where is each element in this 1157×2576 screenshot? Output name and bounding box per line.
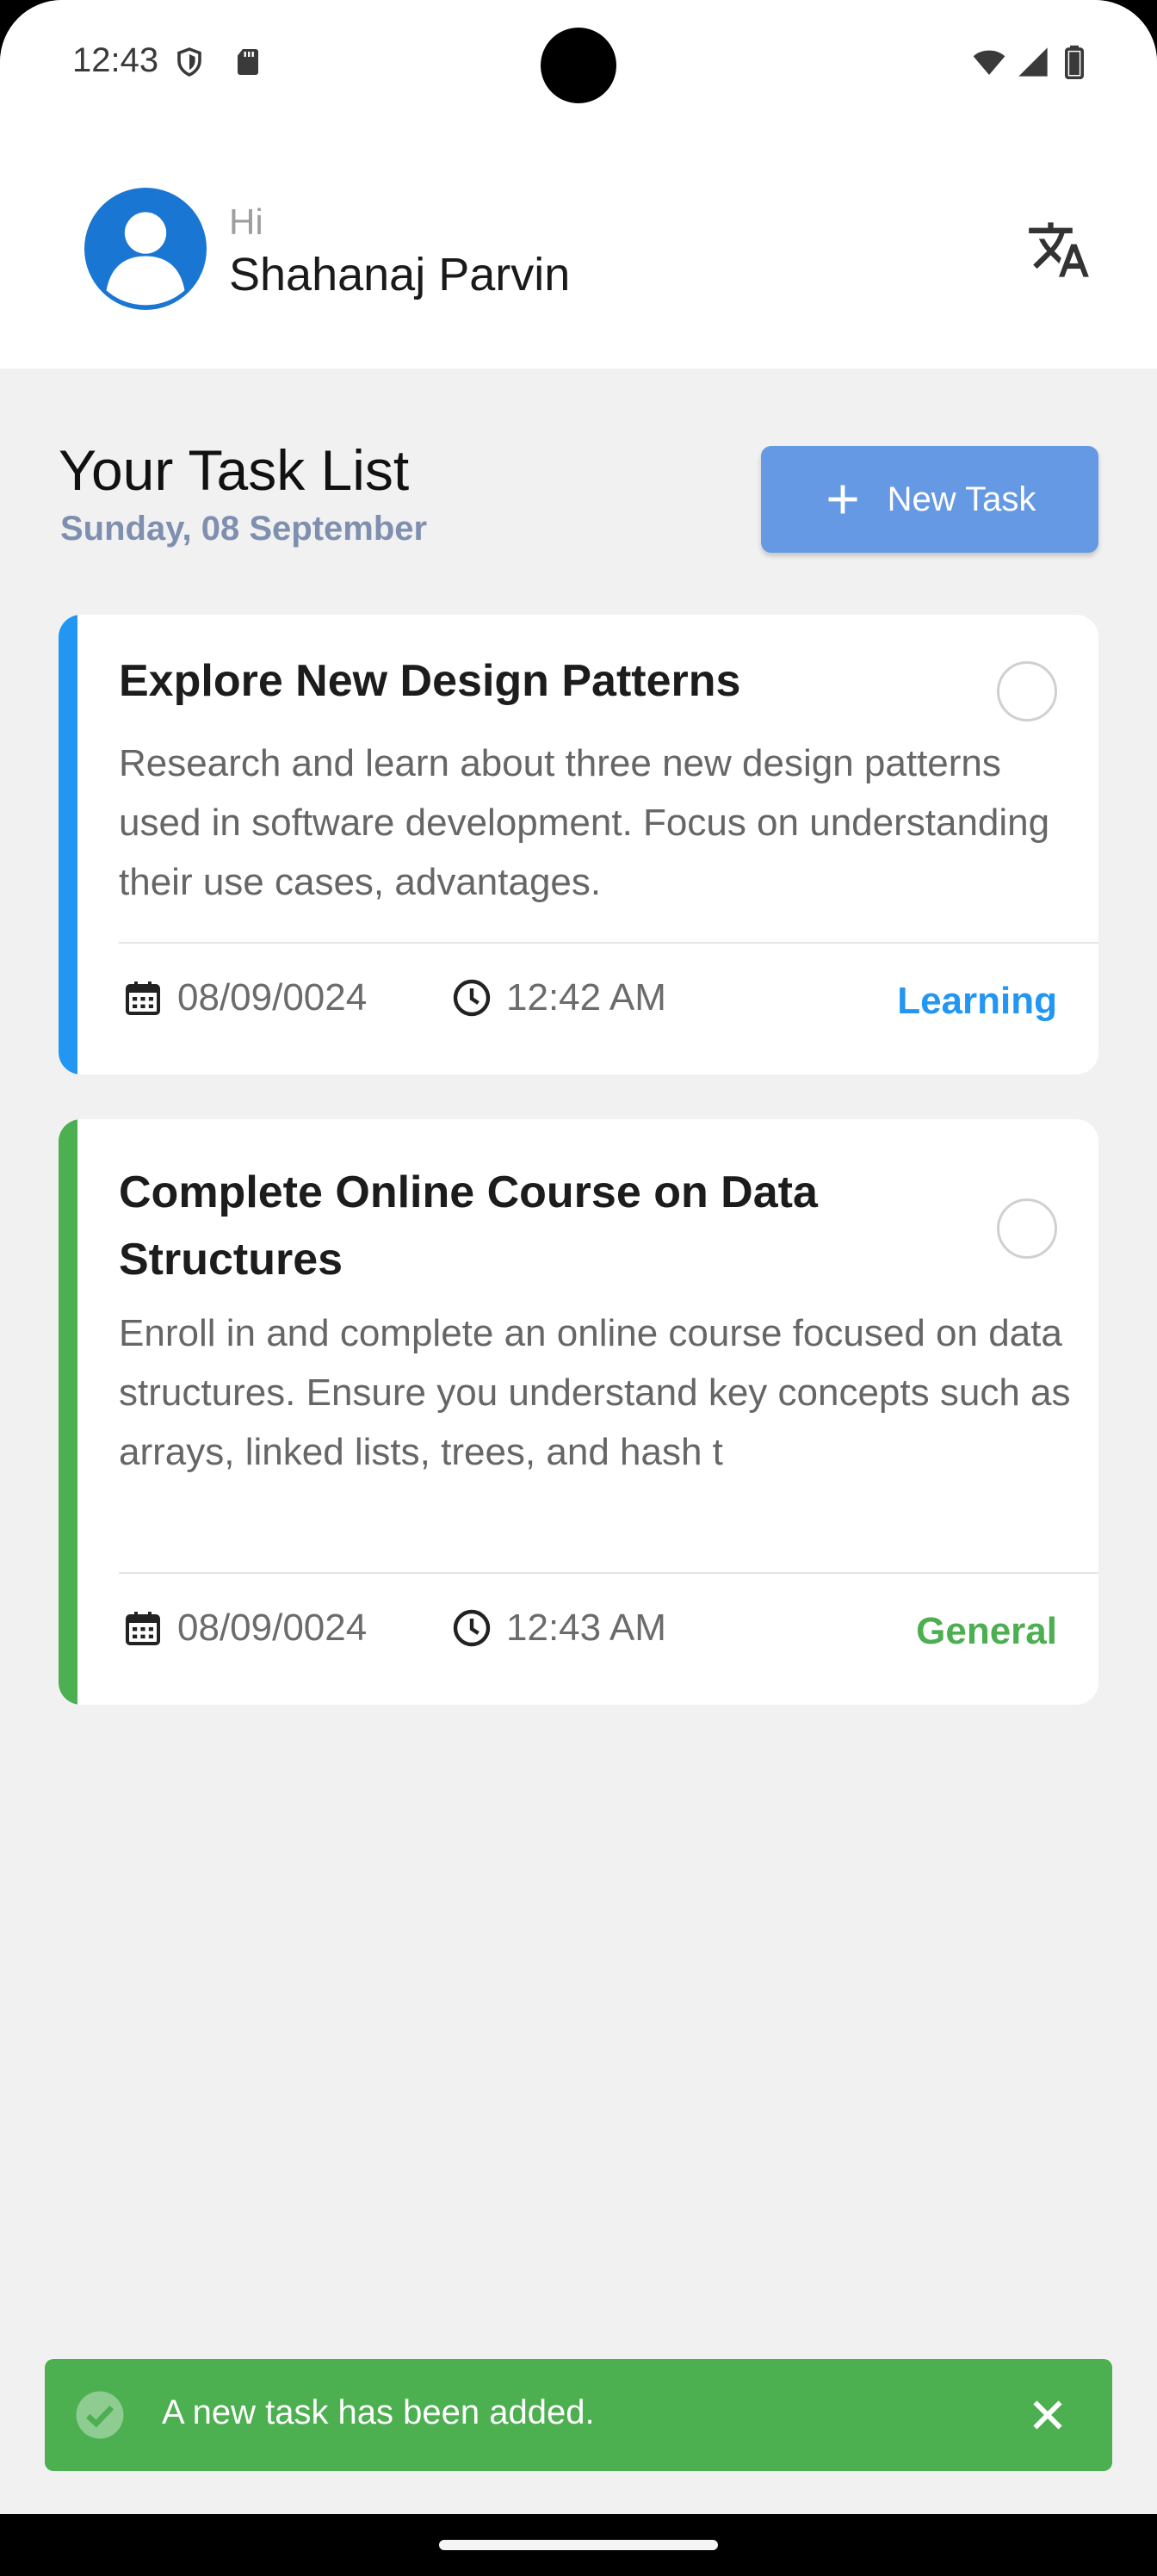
app-screen: 12:43 Hi Shahanaj Parvin Your Task List … (0, 0, 1157, 2514)
page-title: Your Task List (59, 438, 410, 502)
shield-icon (174, 45, 205, 79)
sd-card-icon (232, 45, 263, 79)
card-divider (119, 1572, 1098, 1574)
task-title: Complete Online Course on Data Structure… (119, 1167, 818, 1285)
calendar-icon (126, 981, 160, 1015)
calendar-icon (126, 1612, 160, 1645)
task-date: 08/09/0024 (122, 976, 367, 1019)
task-description: Enroll in and complete an online course … (119, 1312, 1071, 1473)
task-card[interactable]: Complete Online Course on Data Structure… (59, 1119, 1098, 1705)
plus-icon (828, 485, 857, 514)
front-camera (541, 28, 616, 103)
task-card[interactable]: Explore New Design Patterns Research and… (59, 615, 1098, 1074)
person-icon[interactable] (84, 188, 207, 310)
task-date-text: 08/09/0024 (177, 1607, 368, 1649)
task-time-text: 12:42 AM (506, 976, 666, 1019)
task-time: 12:42 AM (451, 976, 666, 1019)
snackbar-message: A new task has been added. (162, 2393, 595, 2431)
task-accent-stripe (59, 1119, 77, 1705)
page-date: Sunday, 08 September (60, 510, 428, 548)
task-date: 08/09/0024 (122, 1607, 367, 1650)
translate-icon[interactable] (1026, 217, 1092, 282)
card-divider (119, 942, 1098, 944)
task-category: Learning (897, 980, 1057, 1022)
app-header: Hi Shahanaj Parvin (0, 129, 1157, 368)
signal-icon (1016, 45, 1050, 79)
task-complete-checkbox[interactable] (997, 1198, 1057, 1259)
task-title: Explore New Design Patterns (119, 656, 741, 706)
battery-icon (1062, 45, 1086, 80)
task-time: 12:43 AM (451, 1607, 666, 1650)
status-bar: 12:43 (0, 0, 1157, 129)
clock-icon (453, 1609, 491, 1647)
home-indicator[interactable] (439, 2540, 718, 2550)
new-task-label: New Task (887, 480, 1036, 518)
close-icon[interactable] (1026, 2393, 1069, 2437)
task-description: Research and learn about three new desig… (119, 742, 1050, 903)
status-time: 12:43 (72, 41, 159, 79)
snackbar: A new task has been added. (45, 2359, 1112, 2471)
user-name: Shahanaj Parvin (229, 249, 571, 300)
new-task-button[interactable]: New Task (761, 446, 1098, 553)
greeting-text: Hi (229, 201, 263, 242)
check-circle-icon (74, 2389, 126, 2441)
clock-icon (453, 979, 491, 1017)
wifi-icon (969, 45, 1009, 79)
task-category: General (916, 1610, 1057, 1652)
task-complete-checkbox[interactable] (997, 661, 1057, 721)
task-accent-stripe (59, 615, 77, 1074)
task-time-text: 12:43 AM (506, 1607, 666, 1649)
task-date-text: 08/09/0024 (177, 976, 368, 1019)
